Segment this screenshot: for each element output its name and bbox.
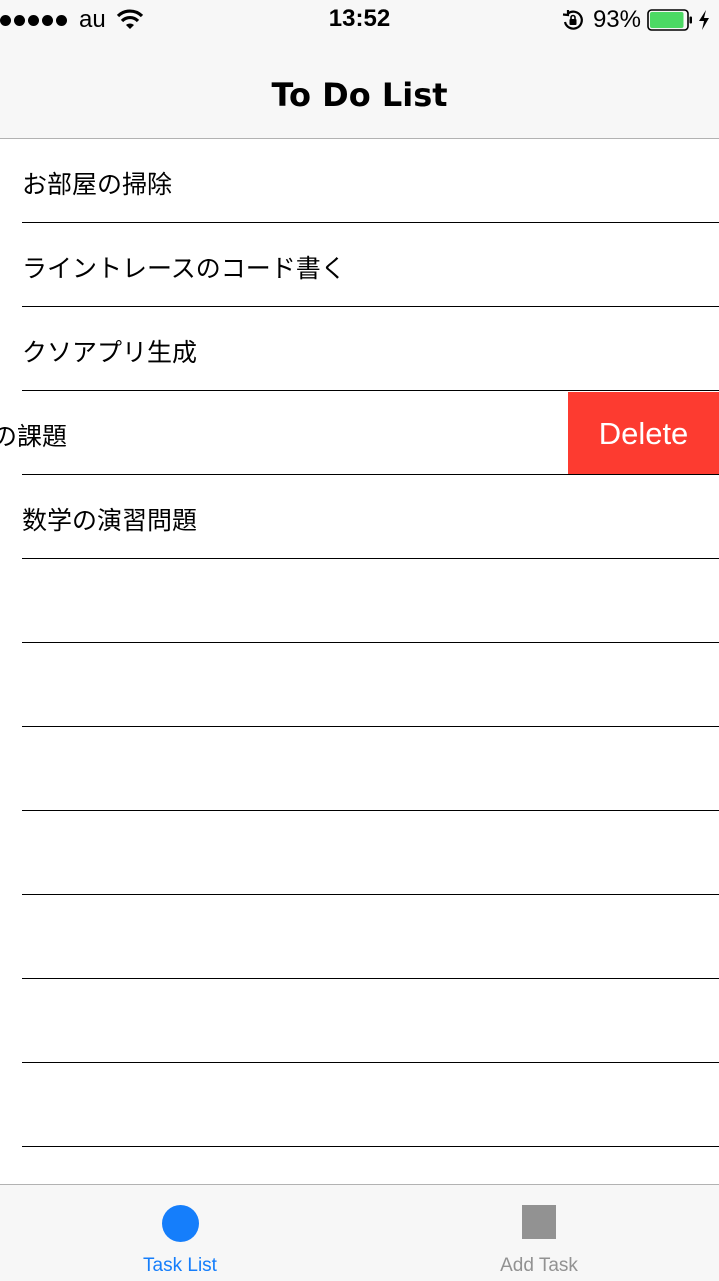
tab-add-task[interactable]: Add Task xyxy=(449,1185,629,1281)
task-label: クソアプリ生成 xyxy=(22,338,198,367)
empty-row xyxy=(0,1063,719,1147)
tab-task-list[interactable]: Task List xyxy=(90,1185,270,1281)
status-bar: au 13:52 93% xyxy=(0,0,719,40)
task-row[interactable]: 数学の演習問題 xyxy=(0,475,719,559)
charging-bolt-icon xyxy=(699,10,709,30)
page-title: To Do List xyxy=(271,76,448,114)
task-label: ライントレースのコード書く xyxy=(22,254,346,283)
task-table[interactable]: お部屋の掃除 ライントレースのコード書く クソアプリ生成 の課題 Delete … xyxy=(0,139,719,1184)
battery-percent: 93% xyxy=(592,6,641,33)
task-label: 数学の演習問題 xyxy=(22,506,198,535)
circle-icon xyxy=(162,1205,199,1242)
square-icon xyxy=(522,1205,556,1239)
empty-row xyxy=(0,559,719,643)
navigation-bar: To Do List xyxy=(0,40,719,139)
empty-row xyxy=(0,895,719,979)
task-row[interactable]: お部屋の掃除 xyxy=(0,139,719,223)
tab-label: Task List xyxy=(143,1255,217,1276)
task-row[interactable]: クソアプリ生成 xyxy=(0,307,719,391)
empty-row xyxy=(0,727,719,811)
tab-label: Add Task xyxy=(500,1255,578,1276)
task-row[interactable]: ライントレースのコード書く xyxy=(0,223,719,307)
task-label: お部屋の掃除 xyxy=(22,170,173,199)
rotation-lock-icon xyxy=(562,10,583,30)
empty-row xyxy=(0,643,719,727)
battery-icon xyxy=(647,9,692,31)
empty-row xyxy=(0,811,719,895)
task-row-swiped[interactable]: の課題 Delete xyxy=(0,391,719,475)
task-label: の課題 xyxy=(0,422,68,451)
empty-row xyxy=(0,979,719,1063)
empty-row xyxy=(0,1147,719,1184)
tab-bar: Task List Add Task xyxy=(0,1184,719,1281)
delete-button[interactable]: Delete xyxy=(568,392,719,475)
